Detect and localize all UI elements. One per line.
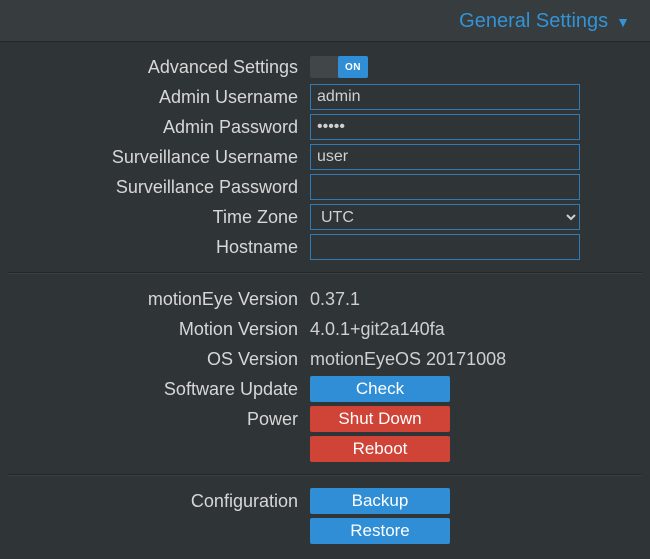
shut-down-button[interactable]: Shut Down	[310, 406, 450, 432]
check-button[interactable]: Check	[310, 376, 450, 402]
configuration-label: Configuration	[10, 491, 310, 512]
time-zone-label: Time Zone	[10, 207, 310, 228]
admin-password-input[interactable]	[310, 114, 580, 140]
advanced-settings-label: Advanced Settings	[10, 57, 310, 78]
restore-button[interactable]: Restore	[310, 518, 450, 544]
admin-password-label: Admin Password	[10, 117, 310, 138]
power-label: Power	[10, 409, 310, 430]
divider	[8, 474, 642, 476]
time-zone-select[interactable]: UTC	[310, 204, 580, 230]
motioneye-version-value: 0.37.1	[310, 289, 360, 310]
chevron-down-icon: ▼	[616, 14, 630, 30]
motion-version-label: Motion Version	[10, 319, 310, 340]
software-update-label: Software Update	[10, 379, 310, 400]
hostname-label: Hostname	[10, 237, 310, 258]
os-version-label: OS Version	[10, 349, 310, 370]
admin-username-input[interactable]	[310, 84, 580, 110]
surveillance-username-label: Surveillance Username	[10, 147, 310, 168]
motion-version-value: 4.0.1+git2a140fa	[310, 319, 445, 340]
surveillance-username-input[interactable]	[310, 144, 580, 170]
backup-button[interactable]: Backup	[310, 488, 450, 514]
surveillance-password-label: Surveillance Password	[10, 177, 310, 198]
admin-username-label: Admin Username	[10, 87, 310, 108]
hostname-input[interactable]	[310, 234, 580, 260]
section-title: General Settings	[459, 10, 608, 33]
section-header-general-settings[interactable]: General Settings ▼	[0, 0, 650, 42]
toggle-on-text: ON	[338, 56, 368, 78]
divider	[8, 272, 642, 274]
reboot-button[interactable]: Reboot	[310, 436, 450, 462]
os-version-value: motionEyeOS 20171008	[310, 349, 506, 370]
surveillance-password-input[interactable]	[310, 174, 580, 200]
motioneye-version-label: motionEye Version	[10, 289, 310, 310]
advanced-settings-toggle[interactable]: ON	[310, 56, 368, 78]
